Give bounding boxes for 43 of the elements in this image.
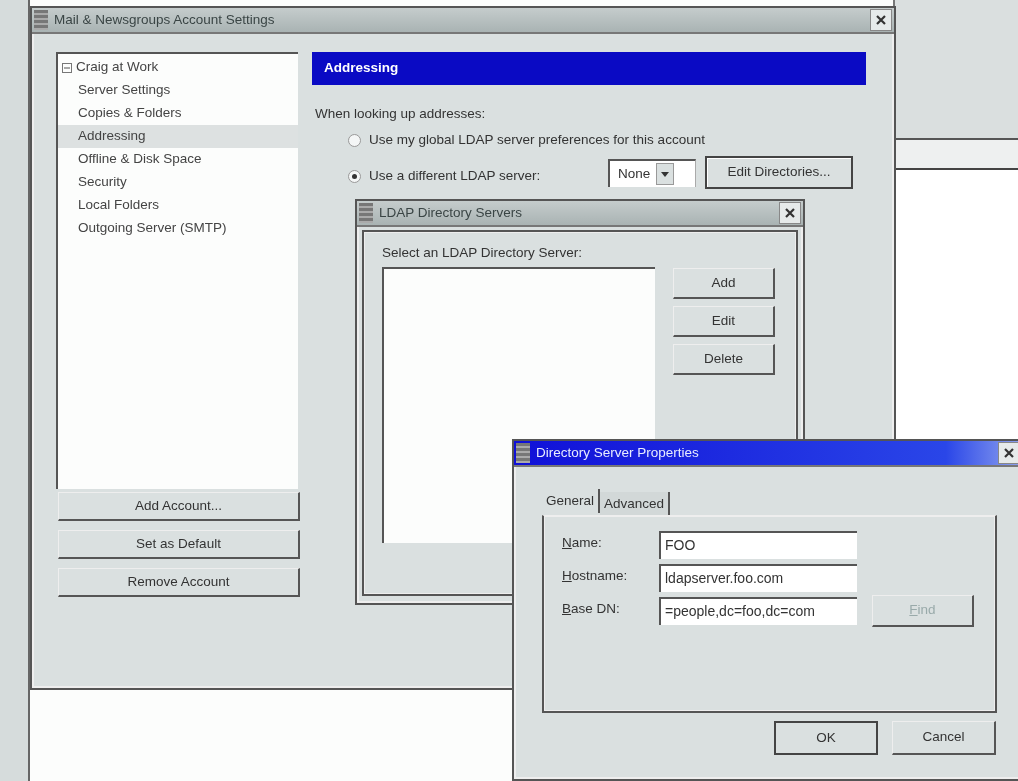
radio-button[interactable]	[348, 169, 361, 183]
tree-item[interactable]: Server Settings	[58, 79, 298, 102]
text-field[interactable]: ldapserver.foo.com	[659, 564, 857, 592]
list-button[interactable]: Add	[673, 268, 775, 299]
close-icon[interactable]	[875, 14, 887, 26]
window-title: Directory Server Properties	[536, 443, 700, 462]
tree-item[interactable]: Security	[58, 171, 298, 194]
close-button[interactable]	[779, 202, 801, 224]
tree-item[interactable]: Outgoing Server (SMTP)	[58, 217, 298, 240]
field-label: Hostname:	[562, 567, 628, 585]
field-label: Name:	[562, 534, 602, 552]
window-title: Mail & Newsgroups Account Settings	[54, 10, 276, 29]
option-label: Use a different LDAP server:	[369, 167, 541, 185]
dialog-button[interactable]: OK	[774, 721, 878, 755]
tree-item[interactable]: Addressing	[58, 125, 298, 148]
close-button[interactable]	[998, 442, 1018, 464]
prompt-label: When looking up addresses:	[315, 105, 486, 123]
option-label: Use my global LDAP server preferences for this account	[369, 131, 705, 149]
account-button[interactable]: Set as Default	[58, 530, 300, 559]
dialog-button[interactable]: Cancel	[892, 721, 996, 755]
tree-item[interactable]: Local Folders	[58, 194, 298, 217]
close-icon[interactable]	[784, 207, 796, 219]
text-field[interactable]: FOO	[659, 531, 857, 559]
server-dropdown[interactable]: None	[608, 159, 696, 187]
panel-header: Addressing	[312, 52, 866, 85]
field-label: Base DN:	[562, 600, 620, 618]
tree-item[interactable]: Craig at Work	[58, 56, 298, 79]
list-button[interactable]: Delete	[673, 344, 775, 375]
close-button[interactable]	[870, 9, 892, 31]
list-button[interactable]: Edit	[673, 306, 775, 337]
collapse-icon[interactable]	[62, 62, 72, 73]
tree-item[interactable]: Copies & Folders	[58, 102, 298, 125]
account-button[interactable]: Add Account...	[58, 492, 300, 521]
account-button[interactable]: Remove Account	[58, 568, 300, 597]
close-icon[interactable]	[1003, 447, 1015, 459]
edit-directories-button[interactable]: Edit Directories...	[705, 156, 853, 189]
window-title: LDAP Directory Servers	[379, 203, 524, 222]
tab[interactable]: Advanced	[600, 492, 671, 516]
dropdown-arrow-icon	[661, 171, 670, 177]
text-field[interactable]: =people,dc=foo,dc=com	[659, 597, 857, 625]
radio-button[interactable]	[348, 133, 361, 147]
list-label: Select an LDAP Directory Server:	[382, 244, 583, 262]
tree-item[interactable]: Offline & Disk Space	[58, 148, 298, 171]
